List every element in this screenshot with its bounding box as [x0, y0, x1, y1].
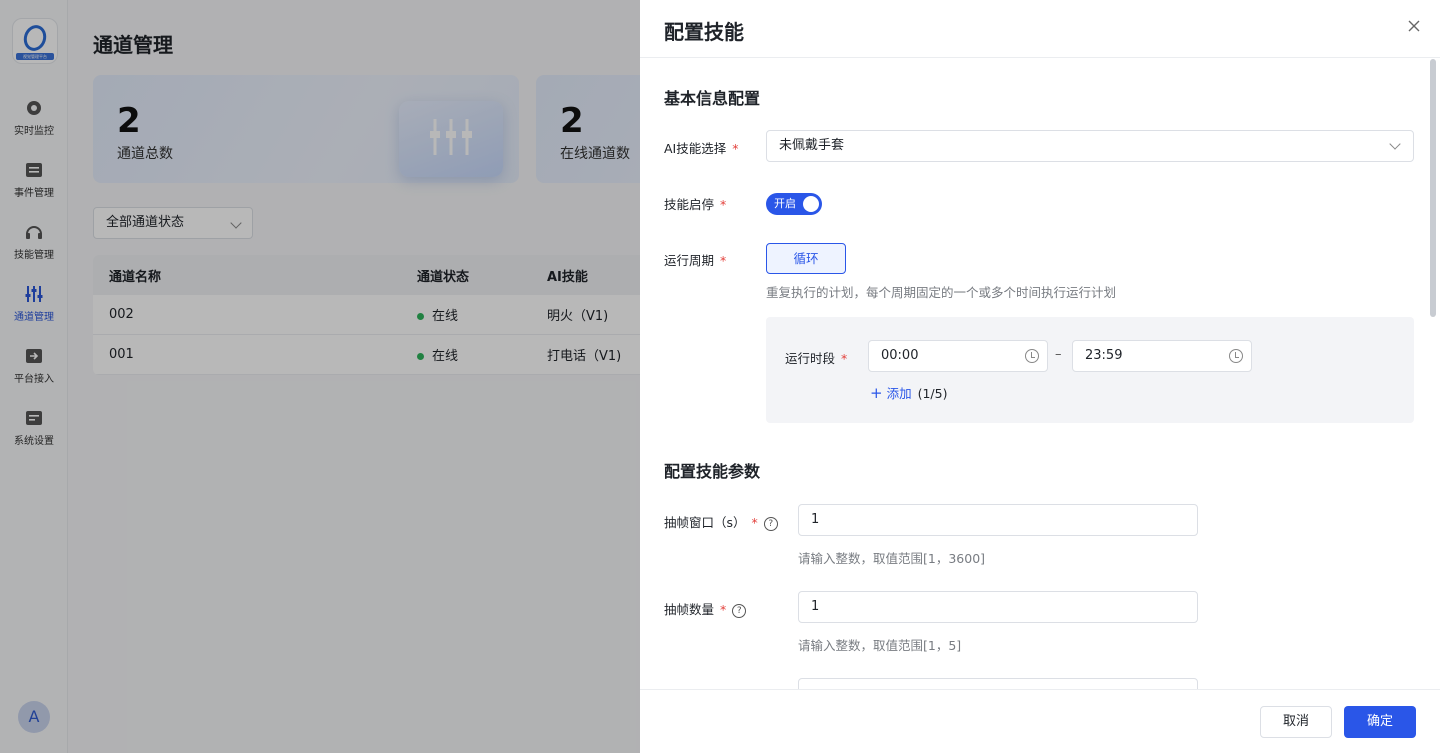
field-label-window: 抽帧窗口（s） *? [664, 512, 778, 531]
add-time-range-button[interactable]: + 添加 (1/5) [870, 383, 947, 402]
ai-skill-select[interactable]: 未佩戴手套 [766, 130, 1414, 162]
drawer-header: 配置技能 [640, 0, 1440, 58]
drawer-title: 配置技能 [664, 20, 744, 44]
switch-knob [803, 196, 819, 212]
frame-window-input[interactable]: 1 [798, 504, 1198, 536]
field-label-period: 运行周期 * [664, 253, 727, 268]
confirm-button[interactable]: 确定 [1344, 706, 1416, 738]
period-hint: 重复执行的计划，每个周期固定的一个或多个时间执行运行计划 [766, 285, 1117, 300]
switch-text: 开启 [774, 197, 796, 210]
start-time-input[interactable]: 00:00 [868, 340, 1048, 372]
plus-icon: + [870, 384, 883, 402]
count-hint: 请输入整数，取值范围[1，5] [798, 638, 962, 653]
clock-icon [1025, 349, 1039, 363]
section-title: 配置技能参数 [664, 462, 761, 481]
time-separator: – [1055, 347, 1062, 362]
field-label-time: 运行时段 * [785, 351, 848, 366]
frame-count-input[interactable]: 1 [798, 591, 1198, 623]
drawer-footer: 取消 确定 [640, 689, 1440, 753]
end-time-input[interactable]: 23:59 [1072, 340, 1252, 372]
scrollbar[interactable] [1430, 59, 1436, 317]
run-period-box: 运行时段 * 00:00 – 23:59 + 添加 (1/5) [766, 317, 1414, 423]
next-field-input[interactable] [798, 678, 1198, 689]
chevron-down-icon [1389, 138, 1401, 150]
modal-mask[interactable] [0, 0, 640, 753]
help-icon[interactable]: ? [763, 516, 778, 531]
skill-toggle-switch[interactable]: 开启 [766, 193, 822, 215]
drawer-body: 基本信息配置 AI技能选择 * 未佩戴手套 技能启停 * 开启 运行周期 * 循环 重… [640, 59, 1440, 689]
field-label-count: 抽帧数量 *? [664, 599, 747, 618]
cancel-button[interactable]: 取消 [1260, 706, 1332, 738]
clock-icon [1229, 349, 1243, 363]
config-skill-drawer: 配置技能 基本信息配置 AI技能选择 * 未佩戴手套 技能启停 * 开启 运行周期 *… [640, 0, 1440, 753]
window-hint: 请输入整数，取值范围[1，3600] [798, 551, 986, 566]
help-icon[interactable]: ? [732, 603, 747, 618]
cycle-option-button[interactable]: 循环 [766, 243, 846, 274]
select-value: 未佩戴手套 [779, 138, 845, 153]
section-title: 基本信息配置 [664, 89, 761, 108]
close-icon[interactable] [1406, 18, 1422, 34]
field-label-toggle: 技能启停 * [664, 197, 727, 212]
field-label-ai-skill: AI技能选择 * [664, 141, 739, 156]
add-count: (1/5) [917, 386, 948, 401]
